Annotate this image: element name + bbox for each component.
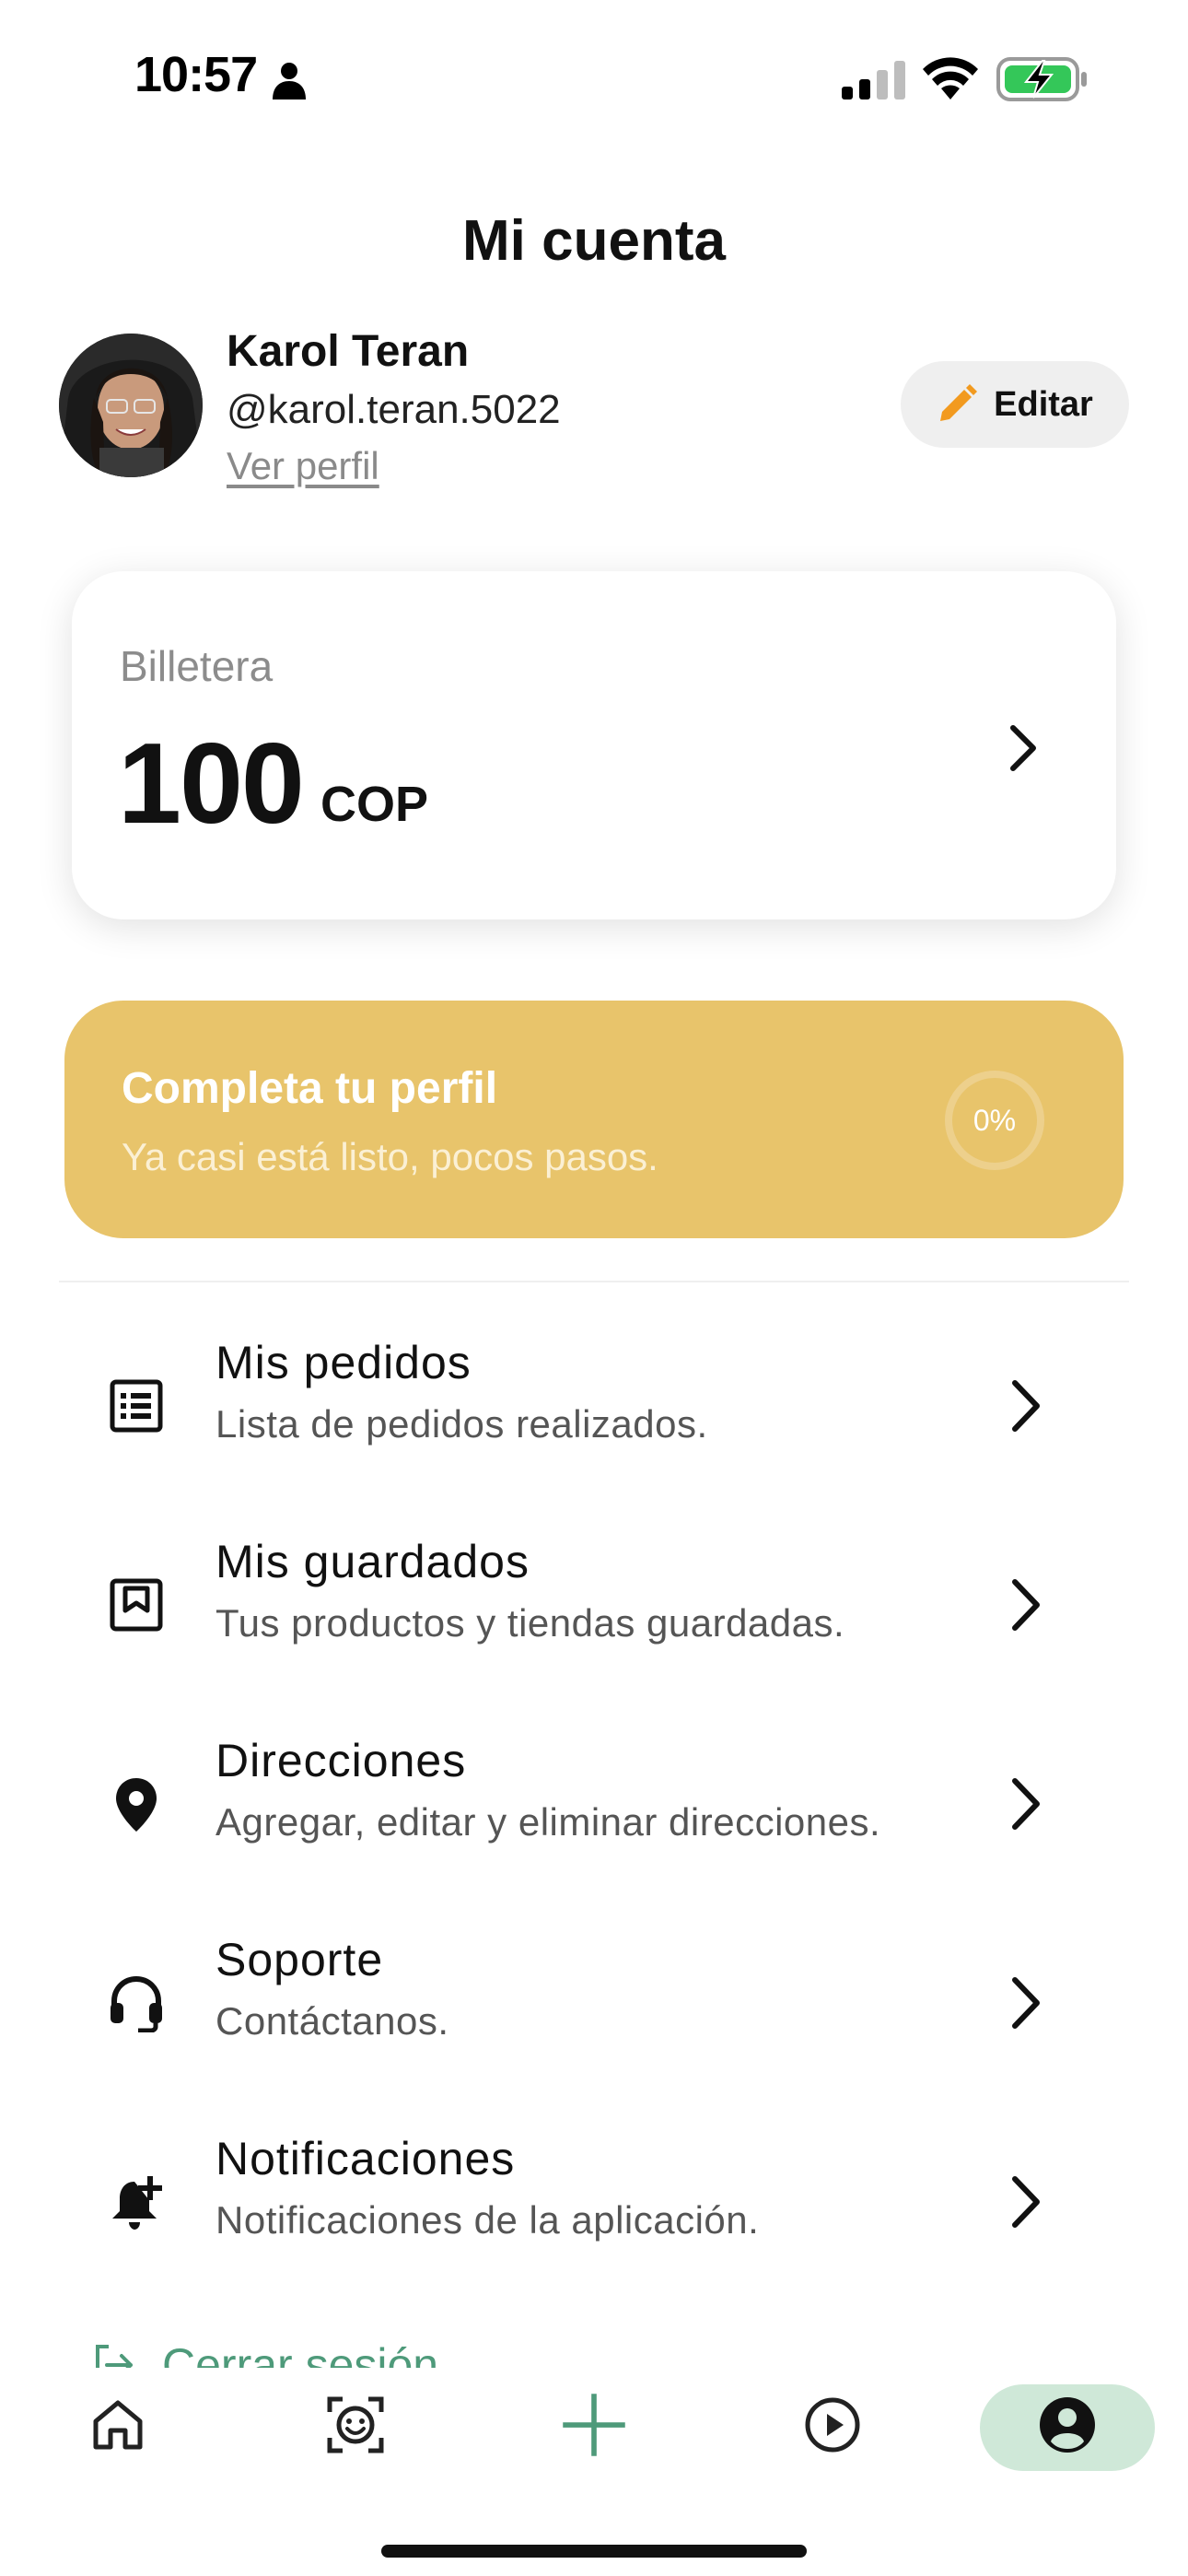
home-indicator[interactable]	[381, 2545, 807, 2558]
tab-home[interactable]	[35, 2368, 201, 2482]
menu-item-description: Contáctanos.	[215, 1999, 449, 2043]
profile-handle: @karol.teran.5022	[227, 387, 561, 432]
wallet-amount: 100	[118, 720, 305, 848]
page-title: Mi cuenta	[462, 209, 726, 273]
complete-profile-banner[interactable]: Completa tu perfil Ya casi está listo, p…	[64, 1001, 1124, 1238]
menu-item-label: Mis guardados	[215, 1536, 530, 1587]
menu-item-notificaciones[interactable]: Notificaciones Notificaciones de la apli…	[0, 2110, 1188, 2294]
play-circle-icon	[805, 2397, 860, 2453]
menu-item-direcciones[interactable]: Direcciones Agregar, editar y eliminar d…	[0, 1712, 1188, 1896]
view-profile-link[interactable]: Ver perfil	[227, 444, 379, 488]
chevron-right-icon	[1012, 1778, 1040, 1830]
tab-video[interactable]	[750, 2368, 915, 2482]
wifi-icon	[923, 57, 978, 100]
menu-item-description: Notificaciones de la aplicación.	[215, 2198, 760, 2242]
menu-item-label: Soporte	[215, 1934, 384, 1985]
edit-button-label: Editar	[994, 384, 1093, 424]
menu-item-mis-pedidos[interactable]: Mis pedidos Lista de pedidos realizados.	[0, 1314, 1188, 1498]
divider	[59, 1281, 1129, 1282]
account-icon	[1040, 2397, 1095, 2453]
menu-item-label: Direcciones	[215, 1735, 467, 1786]
chevron-right-icon	[1012, 1380, 1040, 1432]
menu-item-soporte[interactable]: Soporte Contáctanos.	[0, 1911, 1188, 2095]
menu-item-label: Mis pedidos	[215, 1337, 472, 1388]
avatar-image	[59, 334, 203, 477]
battery-charging-icon	[996, 57, 1087, 101]
wallet-currency: COP	[320, 777, 429, 832]
bell-plus-icon	[112, 2176, 162, 2230]
wallet-card[interactable]: Billetera 100 COP	[72, 571, 1116, 919]
chevron-right-icon	[1010, 725, 1036, 771]
chevron-right-icon	[1012, 1977, 1040, 2029]
menu-item-mis-guardados[interactable]: Mis guardados Tus productos y tiendas gu…	[0, 1513, 1188, 1697]
bookmark-icon	[110, 1578, 163, 1632]
location-pin-icon	[116, 1778, 157, 1832]
headset-icon	[111, 1975, 162, 2032]
signal-icon	[842, 61, 905, 100]
status-bar: 10:57	[0, 0, 1188, 157]
home-icon	[93, 2400, 143, 2450]
face-scan-icon	[327, 2396, 384, 2453]
chevron-right-icon	[1012, 1579, 1040, 1631]
menu-item-description: Agregar, editar y eliminar direcciones.	[215, 1800, 881, 1844]
complete-profile-title: Completa tu perfil	[122, 1064, 498, 1113]
person-icon	[273, 63, 306, 100]
menu-item-description: Lista de pedidos realizados.	[215, 1402, 708, 1446]
menu-item-description: Tus productos y tiendas guardadas.	[215, 1601, 845, 1645]
complete-profile-subtitle: Ya casi está listo, pocos pasos.	[122, 1135, 658, 1178]
menu-item-label: Notificaciones	[215, 2133, 516, 2184]
profile-name: Karol Teran	[227, 327, 470, 376]
status-time: 10:57	[134, 47, 258, 102]
pencil-icon	[940, 384, 978, 421]
tab-add[interactable]	[511, 2368, 677, 2482]
tab-account[interactable]	[984, 2368, 1150, 2482]
plus-icon	[563, 2394, 625, 2456]
list-icon	[110, 1379, 163, 1433]
avatar[interactable]	[59, 334, 203, 477]
chevron-right-icon	[1012, 2176, 1040, 2228]
wallet-label: Billetera	[120, 642, 274, 690]
progress-percent: 0%	[973, 1103, 1017, 1137]
tab-face[interactable]	[273, 2368, 438, 2482]
edit-profile-button[interactable]: Editar	[901, 361, 1129, 448]
